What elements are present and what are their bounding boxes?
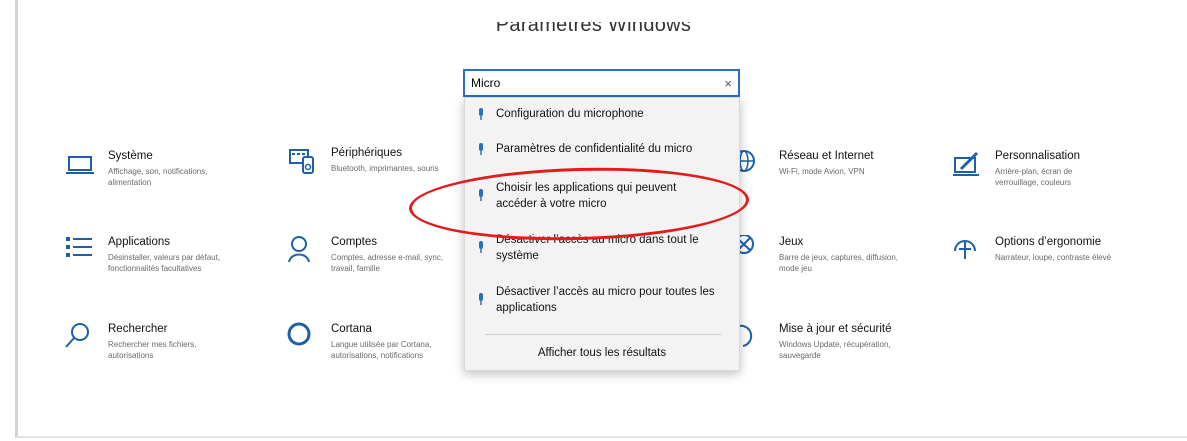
tile-cortana[interactable]: Cortana Langue utilisée par Cortana, aut… <box>287 322 461 361</box>
search-input[interactable] <box>471 76 711 90</box>
clear-search-button[interactable]: × <box>724 76 732 91</box>
tile-desc: Arrière-plan, écran de verrouillage, cou… <box>995 167 1073 187</box>
tile-title: Comptes <box>331 236 378 248</box>
tile-applications[interactable]: Applications Désinstaller, valeurs par d… <box>64 235 248 274</box>
tile-title: Jeux <box>779 236 804 248</box>
show-all-results-link[interactable]: Afficher tous les résultats <box>465 347 739 359</box>
result-label: Paramètres de confidentialité du micro <box>496 143 693 155</box>
search-icon <box>65 323 89 348</box>
tile-comptes[interactable]: Comptes Comptes, adresse e-mail, sync, t… <box>287 235 466 274</box>
microphone-icon <box>479 241 483 253</box>
microphone-icon <box>479 293 483 305</box>
person-icon <box>288 236 310 263</box>
tile-title: Applications <box>108 236 171 248</box>
ease-of-access-icon <box>954 240 976 259</box>
tile-personnalisation[interactable]: Personnalisation Arrière-plan, écran de … <box>951 149 1110 188</box>
tile-desc: Barre de jeux, captures, diffusion, mode… <box>779 253 899 273</box>
tile-desc: Narrateur, loupe, contraste élevé <box>995 253 1112 262</box>
search-box[interactable]: × <box>463 69 740 97</box>
personalization-icon <box>953 151 979 176</box>
tile-desc: Désinstaller, valeurs par défaut, foncti… <box>108 253 221 273</box>
result-item[interactable]: Paramètres de confidentialité du micro <box>465 141 739 157</box>
tile-title: Système <box>108 150 153 162</box>
microphone-icon <box>479 108 483 120</box>
xbox-icon <box>735 235 754 254</box>
tile-desc: Comptes, adresse e-mail, sync, travail, … <box>331 253 444 273</box>
tile-desc: Affichage, son, notifications, alimentat… <box>108 167 208 187</box>
devices-icon <box>289 149 314 174</box>
microphone-icon <box>479 143 483 155</box>
tile-title: Personnalisation <box>995 150 1081 162</box>
result-item[interactable]: Choisir les applications qui peuvent acc… <box>465 180 739 212</box>
tile-title: Mise à jour et sécurité <box>779 323 892 335</box>
tile-peripheriques[interactable]: Périphériques Bluetooth, imprimantes, so… <box>287 146 461 180</box>
laptop-icon <box>66 156 94 174</box>
tile-rechercher[interactable]: Rechercher Rechercher mes fichiers, auto… <box>64 322 228 361</box>
result-label: Désactiver l’accès au micro dans tout le… <box>496 234 699 262</box>
globe-icon <box>735 150 755 172</box>
tile-desc: Langue utilisée par Cortana, autorisatio… <box>331 340 432 360</box>
tile-desc: Windows Update, récupération, sauvegarde <box>779 340 891 360</box>
tile-desc: Wi-Fi, mode Avion, VPN <box>779 167 865 176</box>
search-results-dropdown: Configuration du microphone Paramètres d… <box>464 97 740 371</box>
tile-mise-a-jour[interactable]: Mise à jour et sécurité Windows Update, … <box>735 322 919 361</box>
result-label: Configuration du microphone <box>496 108 644 120</box>
result-item[interactable]: Configuration du microphone <box>465 106 739 122</box>
tile-title: Cortana <box>331 323 372 335</box>
tile-title: Rechercher <box>108 323 168 335</box>
result-label: Désactiver l’accès au micro pour toutes … <box>496 286 715 314</box>
cortana-icon <box>287 322 311 346</box>
result-label: Choisir les applications qui peuvent acc… <box>496 182 677 210</box>
microphone-icon <box>479 189 483 201</box>
divider <box>485 334 721 335</box>
tile-title: Options d’ergonomie <box>995 236 1102 248</box>
tile-jeux[interactable]: Jeux Barre de jeux, captures, diffusion,… <box>735 235 919 274</box>
result-item[interactable]: Désactiver l’accès au micro dans tout le… <box>465 232 739 264</box>
tile-ergonomie[interactable]: Options d’ergonomie Narrateur, loupe, co… <box>951 235 1120 269</box>
apps-list-icon <box>66 237 92 257</box>
result-item[interactable]: Désactiver l’accès au micro pour toutes … <box>465 284 739 316</box>
tile-title: Réseau et Internet <box>779 150 874 162</box>
update-icon <box>738 324 753 347</box>
tile-reseau[interactable]: Réseau et Internet Wi-Fi, mode Avion, VP… <box>735 149 919 183</box>
tile-desc: Rechercher mes fichiers, autorisations <box>108 340 197 360</box>
tile-title: Périphériques <box>331 147 402 159</box>
tile-desc: Bluetooth, imprimantes, souris <box>331 164 439 173</box>
tile-systeme[interactable]: Système Affichage, son, notifications, a… <box>64 149 248 188</box>
